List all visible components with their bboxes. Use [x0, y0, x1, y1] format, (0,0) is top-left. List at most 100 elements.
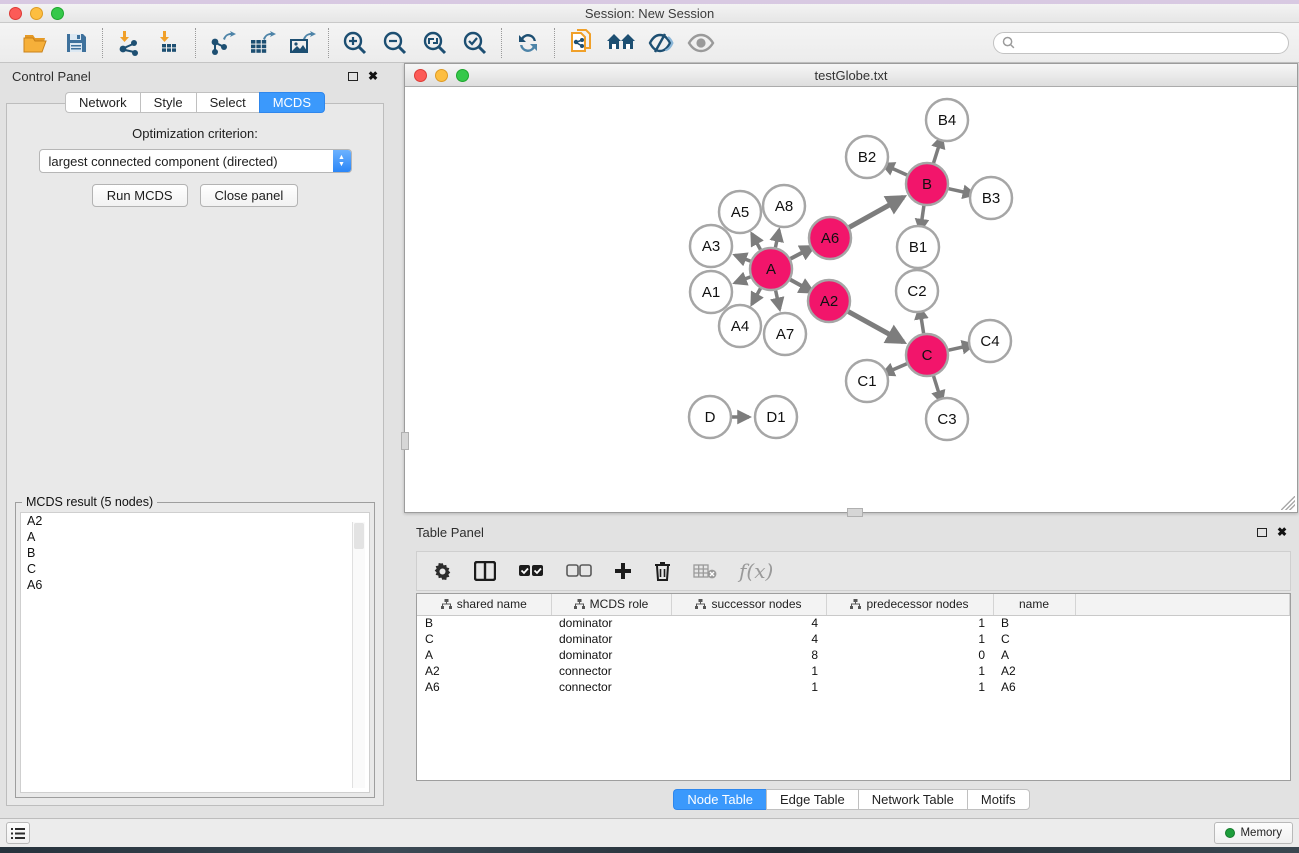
- home-icon[interactable]: [604, 27, 638, 59]
- table-row[interactable]: Bdominator41B: [417, 615, 1290, 631]
- zoom-out-icon[interactable]: [378, 27, 412, 59]
- run-mcds-button[interactable]: Run MCDS: [92, 184, 188, 207]
- settings-gear-icon[interactable]: [433, 562, 452, 581]
- graph-edge[interactable]: [848, 312, 903, 342]
- memory-button[interactable]: Memory: [1214, 822, 1293, 844]
- close-panel-icon[interactable]: ✖: [368, 71, 378, 81]
- tab-motifs[interactable]: Motifs: [967, 789, 1030, 810]
- network-view-window[interactable]: testGlobe.txt B4B2BB3A5A8A6B1A3AA1C2A2A4…: [404, 63, 1298, 513]
- list-item[interactable]: C: [21, 561, 369, 577]
- optimization-criterion-label: Optimization criterion:: [7, 126, 383, 141]
- graph-edge[interactable]: [735, 277, 750, 283]
- control-panel: Control Panel ✖ Network Style Select MCD…: [0, 63, 390, 818]
- table-panel-title: Table Panel: [416, 525, 484, 540]
- graph-edge[interactable]: [752, 234, 761, 250]
- delete-column-icon[interactable]: [654, 561, 671, 581]
- graph-edge[interactable]: [776, 291, 780, 310]
- desktop-wallpaper-strip: [0, 847, 1299, 853]
- memory-status-icon: [1225, 828, 1235, 838]
- graph-edge[interactable]: [849, 197, 903, 227]
- splitter-handle-left[interactable]: [401, 432, 409, 450]
- network-window-titlebar[interactable]: testGlobe.txt: [405, 64, 1297, 87]
- save-session-icon[interactable]: [59, 27, 93, 59]
- float-panel-icon[interactable]: [348, 72, 358, 81]
- zoom-selected-icon[interactable]: [458, 27, 492, 59]
- window-title: Session: New Session: [0, 6, 1299, 21]
- graph-edge[interactable]: [735, 255, 750, 261]
- table-row[interactable]: A2connector11A2: [417, 663, 1290, 679]
- tab-node-table[interactable]: Node Table: [673, 789, 766, 810]
- splitter-handle-bottom[interactable]: [847, 508, 863, 517]
- tab-edge-table[interactable]: Edge Table: [766, 789, 858, 810]
- node-table[interactable]: shared name MCDS role successor nodes pr…: [416, 593, 1291, 781]
- search-icon: [1002, 36, 1015, 49]
- import-network-icon[interactable]: [112, 27, 146, 59]
- table-row[interactable]: Cdominator41C: [417, 631, 1290, 647]
- tab-network-table[interactable]: Network Table: [858, 789, 967, 810]
- list-scrollbar[interactable]: [352, 522, 365, 788]
- import-table-icon[interactable]: [152, 27, 186, 59]
- column-header-name[interactable]: name: [993, 594, 1075, 615]
- tab-select[interactable]: Select: [196, 92, 259, 113]
- column-header-shared-name[interactable]: shared name: [417, 594, 551, 615]
- function-builder-icon[interactable]: f(x): [739, 559, 773, 583]
- list-item[interactable]: A: [21, 529, 369, 545]
- status-bar: Memory: [0, 818, 1299, 847]
- graph-node-label: A6: [821, 230, 839, 247]
- graph-edge[interactable]: [790, 280, 812, 292]
- dropdown-stepper-icon: ▲▼: [333, 150, 351, 172]
- graph-node-label: A7: [776, 326, 794, 343]
- table-row[interactable]: Adominator80A: [417, 647, 1290, 663]
- search-input[interactable]: [1015, 36, 1280, 50]
- refresh-icon[interactable]: [511, 27, 545, 59]
- zoom-in-icon[interactable]: [338, 27, 372, 59]
- close-table-panel-icon[interactable]: ✖: [1277, 527, 1287, 537]
- graph-node-label: D1: [766, 409, 785, 426]
- graph-node-label: A3: [702, 238, 720, 255]
- application-window: Session: New Session: [0, 0, 1299, 853]
- task-history-button[interactable]: [6, 822, 30, 844]
- open-file-icon[interactable]: [19, 27, 53, 59]
- graph-edge[interactable]: [775, 230, 779, 248]
- graph-node-label: A8: [775, 198, 793, 215]
- table-row[interactable]: A6connector11A6: [417, 679, 1290, 695]
- select-all-checks-icon[interactable]: [518, 564, 544, 578]
- graph-node-label: A4: [731, 318, 749, 335]
- control-panel-title: Control Panel: [12, 69, 91, 84]
- tab-style[interactable]: Style: [140, 92, 196, 113]
- control-panel-tabs: Network Style Select MCDS: [65, 92, 325, 113]
- criterion-dropdown[interactable]: largest connected component (directed) ▲…: [39, 149, 352, 173]
- main-toolbar: [0, 23, 1299, 63]
- tab-mcds[interactable]: MCDS: [259, 92, 325, 113]
- add-column-icon[interactable]: [614, 562, 632, 580]
- list-item[interactable]: B: [21, 545, 369, 561]
- search-box[interactable]: [993, 32, 1289, 54]
- list-item[interactable]: A6: [21, 577, 369, 593]
- graph-node-label: C2: [907, 283, 926, 300]
- graph-edge[interactable]: [752, 288, 761, 304]
- zoom-fit-icon[interactable]: [418, 27, 452, 59]
- delete-table-icon[interactable]: [693, 563, 717, 579]
- column-header-successor-nodes[interactable]: successor nodes: [671, 594, 826, 615]
- export-network-icon[interactable]: [205, 27, 239, 59]
- list-item[interactable]: A2: [21, 513, 369, 529]
- new-network-from-selection-icon[interactable]: [564, 27, 598, 59]
- graph-node-label: C: [922, 347, 933, 364]
- export-image-icon[interactable]: [285, 27, 319, 59]
- mcds-result-list[interactable]: A2 A B C A6: [20, 512, 370, 793]
- column-header-predecessor-nodes[interactable]: predecessor nodes: [826, 594, 993, 615]
- table-panel: Table Panel ✖: [404, 519, 1299, 818]
- resize-grip-icon[interactable]: [1281, 496, 1295, 510]
- export-table-icon[interactable]: [245, 27, 279, 59]
- graph-edge[interactable]: [790, 247, 813, 259]
- column-header-mcds-role[interactable]: MCDS role: [551, 594, 671, 615]
- toggle-graphics-details-icon[interactable]: [644, 27, 678, 59]
- main-titlebar[interactable]: Session: New Session: [0, 4, 1299, 23]
- deselect-all-checks-icon[interactable]: [566, 564, 592, 578]
- network-canvas[interactable]: B4B2BB3A5A8A6B1A3AA1C2A2A4A7C4CC1DD1C3: [405, 88, 1297, 512]
- tab-network[interactable]: Network: [65, 92, 140, 113]
- close-panel-button[interactable]: Close panel: [200, 184, 299, 207]
- float-table-panel-icon[interactable]: [1257, 528, 1267, 537]
- birds-eye-view-icon[interactable]: [684, 27, 718, 59]
- column-chooser-icon[interactable]: [474, 561, 496, 581]
